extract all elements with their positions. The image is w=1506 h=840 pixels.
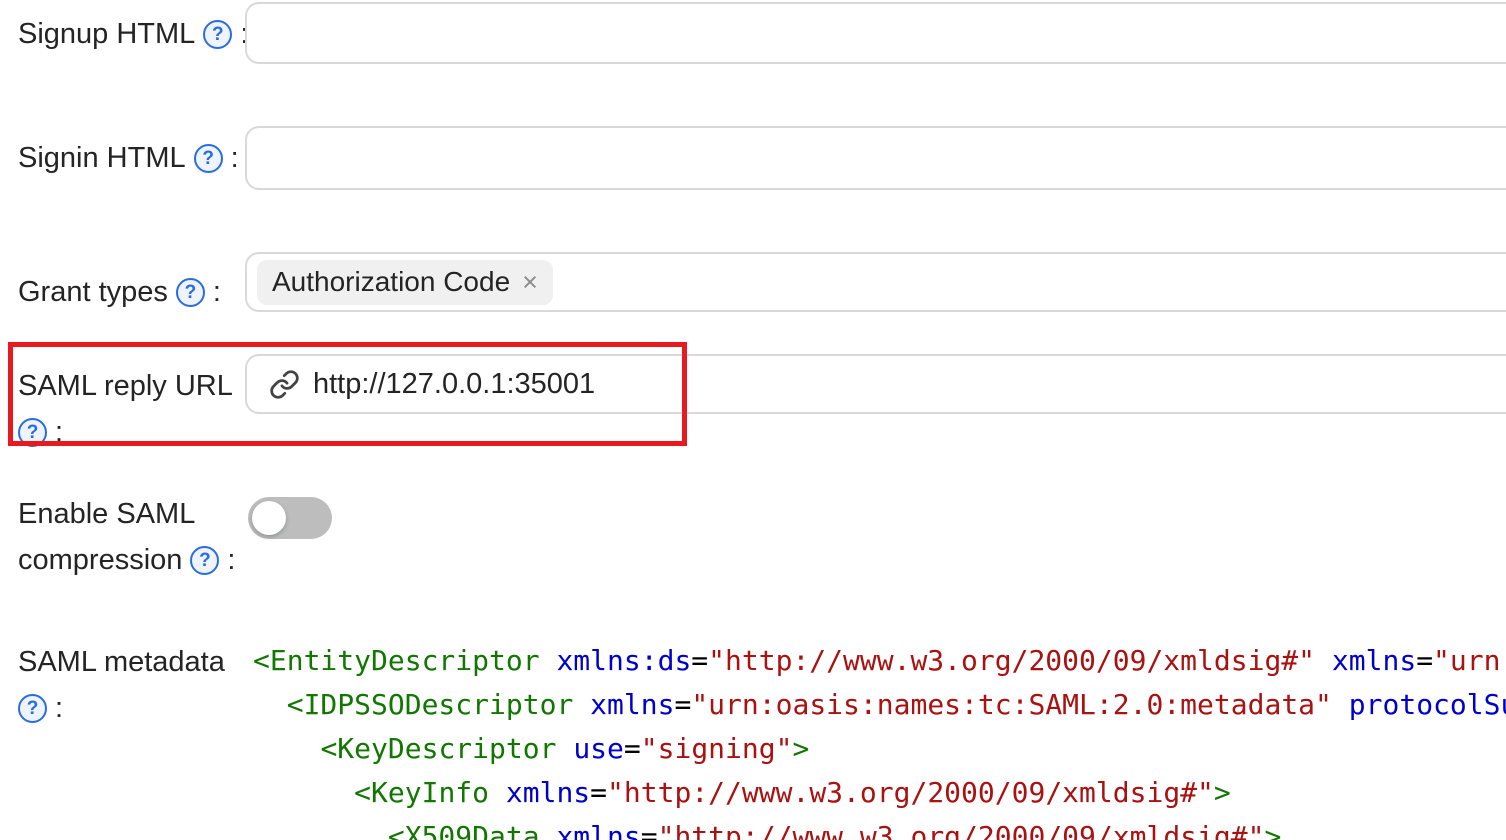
help-icon[interactable]: ? [190,546,219,575]
signup-html-label-text: Signup HTML [18,18,195,51]
help-icon[interactable]: ? [18,418,47,447]
help-icon[interactable]: ? [203,20,232,49]
saml-compression-label: Enable SAML compression ? : [18,491,250,583]
grant-type-tag: Authorization Code × [257,260,553,305]
code-line: <KeyDescriptor use="signing"> [253,727,1506,771]
saml-metadata-label: SAML metadata ? : [18,639,250,731]
application-edit-form: Signup HTML ? : Signin HTML ? : Grant ty… [0,0,1506,840]
signin-html-label: Signin HTML ? : [18,135,250,181]
code-line: <EntityDescriptor xmlns:ds="http://www.w… [253,639,1506,683]
help-icon[interactable]: ? [194,144,223,173]
grant-type-tag-label: Authorization Code [272,266,510,298]
signin-html-label-text: Signin HTML [18,142,186,175]
saml-reply-url-value: http://127.0.0.1:35001 [313,368,595,401]
grant-types-select[interactable]: Authorization Code × [245,252,1506,312]
label-colon: : [55,416,63,449]
label-colon: : [231,142,239,175]
label-colon: : [213,276,221,309]
signup-html-label: Signup HTML ? : [18,11,250,57]
saml-compression-toggle[interactable] [248,497,332,539]
grant-types-label: Grant types ? : [18,269,250,315]
saml-metadata-label-text: SAML metadata [18,646,225,679]
label-colon: : [55,692,63,725]
code-line: <KeyInfo xmlns="http://www.w3.org/2000/0… [253,771,1506,815]
signup-html-input[interactable] [245,2,1506,64]
saml-reply-url-label-text: SAML reply URL [18,370,233,403]
saml-compression-label-line1: Enable SAML [18,498,195,531]
signin-html-input[interactable] [245,126,1506,190]
code-line: <IDPSSODescriptor xmlns="urn:oasis:names… [253,683,1506,727]
saml-compression-label-line2: compression [18,544,182,577]
code-line: <X509Data xmlns="http://www.w3.org/2000/… [253,815,1506,840]
link-icon [269,369,300,400]
help-icon[interactable]: ? [176,278,205,307]
label-colon: : [227,544,235,577]
toggle-knob [252,501,286,535]
help-icon[interactable]: ? [18,694,47,723]
tag-close-icon[interactable]: × [522,269,538,296]
saml-reply-url-label: SAML reply URL ? : [18,363,250,455]
grant-types-label-text: Grant types [18,276,168,309]
saml-metadata-code-editor[interactable]: <EntityDescriptor xmlns:ds="http://www.w… [253,639,1506,840]
saml-reply-url-input[interactable]: http://127.0.0.1:35001 [245,354,1506,414]
